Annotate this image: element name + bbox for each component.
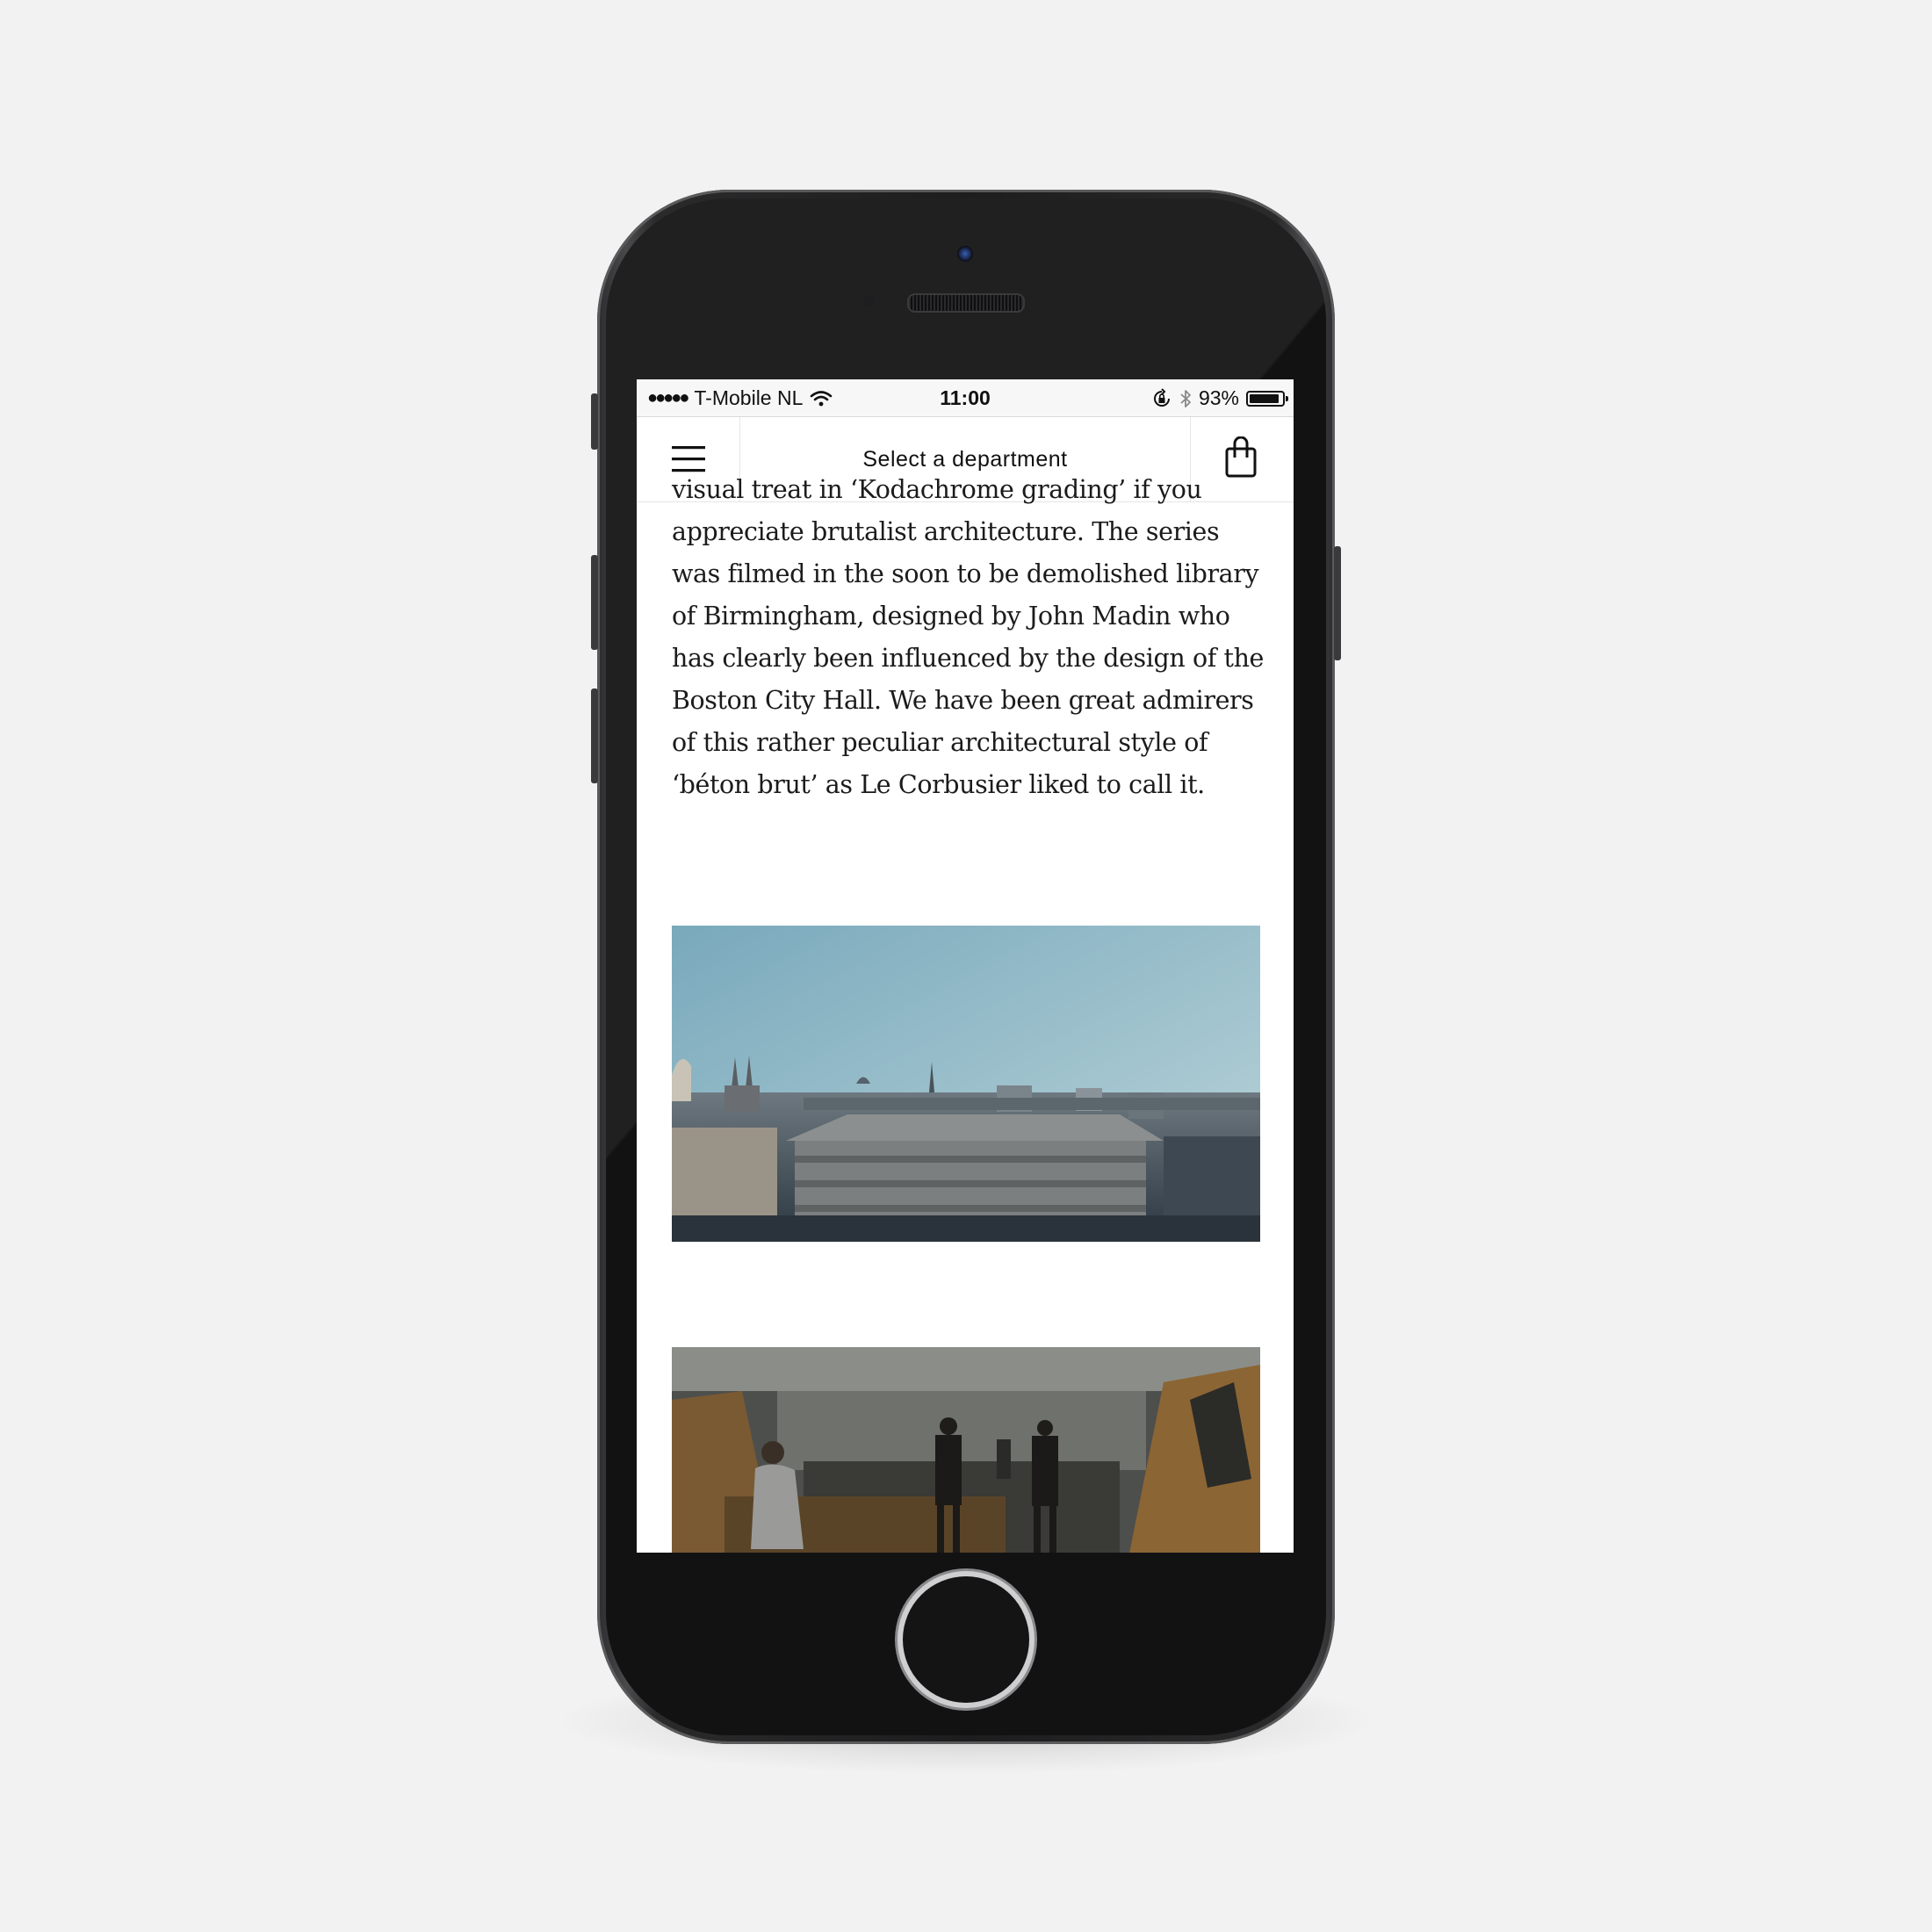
proximity-sensor (863, 296, 874, 306)
earpiece-speaker (907, 293, 1025, 313)
article-text: visual treat in ‘Kodachrome grading’ if … (672, 469, 1269, 806)
volume-down-button (591, 688, 598, 783)
power-button (1334, 546, 1341, 660)
battery-icon (1246, 390, 1288, 407)
article-body: you appreciate brutalist architecture. T… (672, 475, 1264, 799)
rotation-lock-icon (1153, 387, 1170, 407)
article-partial-line: visual treat in ‘Kodachrome grading’ if (672, 475, 1150, 504)
mute-switch (591, 393, 598, 450)
status-right: 93% (1151, 386, 1288, 410)
battery-fill (1250, 393, 1280, 403)
volume-up-button (591, 555, 598, 650)
birmingham-skyline-image (672, 926, 1260, 1242)
status-bar: ●●●●● T-Mobile NL 11:00 93% (637, 379, 1294, 417)
front-camera (957, 246, 973, 262)
battery-percentage: 93% (1198, 386, 1239, 409)
library-interior-image (672, 1347, 1260, 1553)
home-button[interactable] (903, 1576, 1029, 1703)
bluetooth-icon (1180, 389, 1191, 407)
phone-screen: ●●●●● T-Mobile NL 11:00 93% Select a dep… (637, 379, 1294, 1553)
